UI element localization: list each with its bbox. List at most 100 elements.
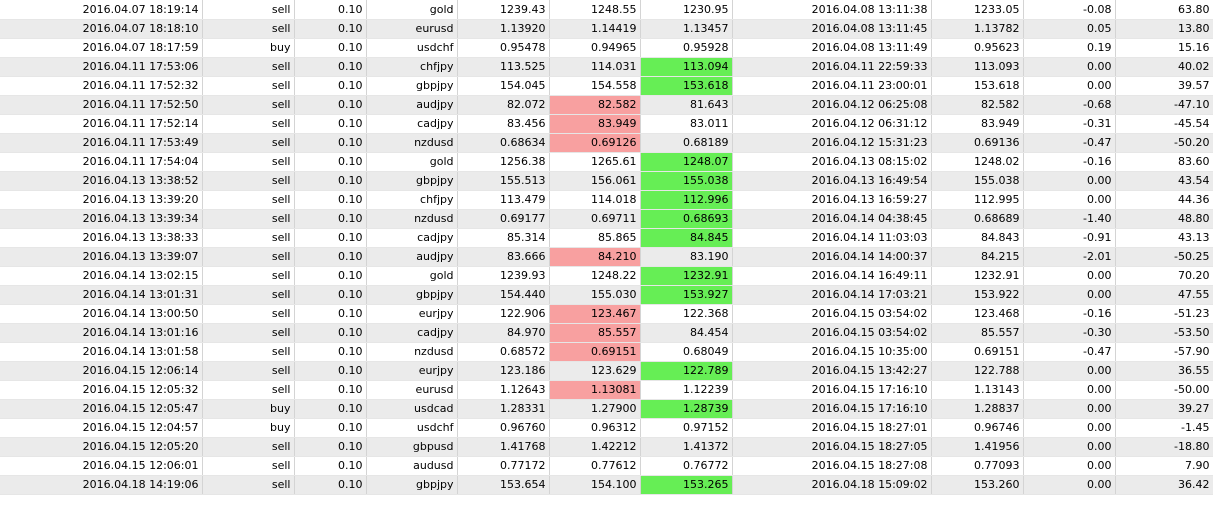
swap-cell: 0.00 — [1023, 190, 1116, 210]
open-time-cell: 2016.04.13 13:39:20 — [0, 190, 203, 210]
table-row[interactable]: 2016.04.13 13:38:33 sell 0.10 cadjpy 85.314 8… — [0, 228, 1213, 248]
table-row[interactable]: 2016.04.15 12:04:57 buy 0.10 usdchf 0.96760 0… — [0, 418, 1213, 438]
stop-loss-cell: 1.42212 — [549, 437, 641, 457]
profit-cell: 43.54 — [1115, 171, 1213, 191]
take-profit-cell: 0.68049 — [640, 342, 733, 362]
open-price-cell: 113.525 — [457, 57, 550, 77]
type-cell: sell — [202, 475, 295, 495]
table-row[interactable]: 2016.04.13 13:39:34 sell 0.10 nzdusd 0.69177… — [0, 209, 1213, 229]
table-row[interactable]: 2016.04.13 13:39:20 sell 0.10 chfjpy 113.479… — [0, 190, 1213, 210]
close-time-cell: 2016.04.08 13:11:38 — [732, 0, 932, 20]
close-price-cell: 0.69151 — [931, 342, 1024, 362]
symbol-cell: chfjpy — [366, 190, 458, 210]
stop-loss-cell: 85.865 — [549, 228, 641, 248]
stop-loss-cell: 154.558 — [549, 76, 641, 96]
table-row[interactable]: 2016.04.15 12:05:20 sell 0.10 gbpusd 1.41768… — [0, 437, 1213, 457]
profit-cell: 83.60 — [1115, 152, 1213, 172]
table-row[interactable]: 2016.04.11 17:52:32 sell 0.10 gbpjpy 154.045… — [0, 76, 1213, 96]
profit-cell: -57.90 — [1115, 342, 1213, 362]
profit-cell: -51.23 — [1115, 304, 1213, 324]
size-cell: 0.10 — [294, 456, 367, 476]
open-price-cell: 83.456 — [457, 114, 550, 134]
symbol-cell: gold — [366, 152, 458, 172]
symbol-cell: audjpy — [366, 247, 458, 267]
swap-cell: -2.01 — [1023, 247, 1116, 267]
swap-cell: -0.31 — [1023, 114, 1116, 134]
close-time-cell: 2016.04.15 18:27:08 — [732, 456, 932, 476]
type-cell: sell — [202, 323, 295, 343]
table-row[interactable]: 2016.04.14 13:01:31 sell 0.10 gbpjpy 154.440… — [0, 285, 1213, 305]
open-price-cell: 0.69177 — [457, 209, 550, 229]
close-time-cell: 2016.04.15 17:16:10 — [732, 399, 932, 419]
profit-cell: -50.25 — [1115, 247, 1213, 267]
symbol-cell: audusd — [366, 456, 458, 476]
stop-loss-cell: 155.030 — [549, 285, 641, 305]
close-time-cell: 2016.04.15 18:27:01 — [732, 418, 932, 438]
table-row[interactable]: 2016.04.15 12:06:01 sell 0.10 audusd 0.77172… — [0, 456, 1213, 476]
close-time-cell: 2016.04.15 03:54:02 — [732, 304, 932, 324]
table-row[interactable]: 2016.04.13 13:39:07 sell 0.10 audjpy 83.666 8… — [0, 247, 1213, 267]
swap-cell: 0.00 — [1023, 285, 1116, 305]
take-profit-cell: 84.845 — [640, 228, 733, 248]
table-row[interactable]: 2016.04.15 12:06:14 sell 0.10 eurjpy 123.186… — [0, 361, 1213, 381]
table-row[interactable]: 2016.04.14 13:02:15 sell 0.10 gold 1239.93 12… — [0, 266, 1213, 286]
table-row[interactable]: 2016.04.11 17:52:14 sell 0.10 cadjpy 83.456 8… — [0, 114, 1213, 134]
take-profit-cell: 1.28739 — [640, 399, 733, 419]
table-row[interactable]: 2016.04.14 13:01:58 sell 0.10 nzdusd 0.68572… — [0, 342, 1213, 362]
swap-cell: -0.16 — [1023, 152, 1116, 172]
swap-cell: -0.47 — [1023, 133, 1116, 153]
open-price-cell: 1.12643 — [457, 380, 550, 400]
table-row[interactable]: 2016.04.15 12:05:47 buy 0.10 usdcad 1.28331 1… — [0, 399, 1213, 419]
open-price-cell: 113.479 — [457, 190, 550, 210]
open-time-cell: 2016.04.07 18:17:59 — [0, 38, 203, 58]
table-row[interactable]: 2016.04.18 14:19:06 sell 0.10 gbpjpy 153.654… — [0, 475, 1213, 495]
symbol-cell: cadjpy — [366, 323, 458, 343]
close-price-cell: 122.788 — [931, 361, 1024, 381]
table-row[interactable]: 2016.04.07 18:17:59 buy 0.10 usdchf 0.95478 0… — [0, 38, 1213, 58]
open-time-cell: 2016.04.14 13:01:58 — [0, 342, 203, 362]
swap-cell: -0.68 — [1023, 95, 1116, 115]
table-row[interactable]: 2016.04.14 13:00:50 sell 0.10 eurjpy 122.906… — [0, 304, 1213, 324]
size-cell: 0.10 — [294, 19, 367, 39]
table-row[interactable]: 2016.04.13 13:38:52 sell 0.10 gbpjpy 155.513… — [0, 171, 1213, 191]
table-row[interactable]: 2016.04.07 18:18:10 sell 0.10 eurusd 1.13920… — [0, 19, 1213, 39]
open-price-cell: 1256.38 — [457, 152, 550, 172]
close-time-cell: 2016.04.14 11:03:03 — [732, 228, 932, 248]
size-cell: 0.10 — [294, 323, 367, 343]
swap-cell: 0.00 — [1023, 266, 1116, 286]
close-time-cell: 2016.04.15 10:35:00 — [732, 342, 932, 362]
open-price-cell: 123.186 — [457, 361, 550, 381]
profit-cell: 40.02 — [1115, 57, 1213, 77]
close-price-cell: 1.28837 — [931, 399, 1024, 419]
table-row[interactable]: 2016.04.07 18:19:14 sell 0.10 gold 1239.43 12… — [0, 0, 1213, 20]
close-price-cell: 153.922 — [931, 285, 1024, 305]
table-row[interactable]: 2016.04.14 13:01:16 sell 0.10 cadjpy 84.970 8… — [0, 323, 1213, 343]
close-time-cell: 2016.04.08 13:11:49 — [732, 38, 932, 58]
swap-cell: 0.00 — [1023, 171, 1116, 191]
table-row[interactable]: 2016.04.15 12:05:32 sell 0.10 eurusd 1.12643… — [0, 380, 1213, 400]
symbol-cell: eurjpy — [366, 361, 458, 381]
symbol-cell: nzdusd — [366, 342, 458, 362]
size-cell: 0.10 — [294, 475, 367, 495]
open-time-cell: 2016.04.13 13:38:52 — [0, 171, 203, 191]
close-time-cell: 2016.04.15 17:16:10 — [732, 380, 932, 400]
table-row[interactable]: 2016.04.11 17:54:04 sell 0.10 gold 1256.38 12… — [0, 152, 1213, 172]
type-cell: sell — [202, 342, 295, 362]
table-row[interactable]: 2016.04.11 17:53:49 sell 0.10 nzdusd 0.68634… — [0, 133, 1213, 153]
table-row[interactable]: 2016.04.11 17:53:06 sell 0.10 chfjpy 113.525… — [0, 57, 1213, 77]
close-price-cell: 153.260 — [931, 475, 1024, 495]
symbol-cell: nzdusd — [366, 133, 458, 153]
type-cell: sell — [202, 57, 295, 77]
stop-loss-cell: 123.629 — [549, 361, 641, 381]
stop-loss-cell: 0.69711 — [549, 209, 641, 229]
close-time-cell: 2016.04.08 13:11:45 — [732, 19, 932, 39]
open-price-cell: 122.906 — [457, 304, 550, 324]
type-cell: sell — [202, 209, 295, 229]
close-price-cell: 85.557 — [931, 323, 1024, 343]
open-time-cell: 2016.04.14 13:01:31 — [0, 285, 203, 305]
table-row[interactable]: 2016.04.11 17:52:50 sell 0.10 audjpy 82.072 8… — [0, 95, 1213, 115]
type-cell: sell — [202, 228, 295, 248]
symbol-cell: gold — [366, 266, 458, 286]
open-price-cell: 1.13920 — [457, 19, 550, 39]
size-cell: 0.10 — [294, 171, 367, 191]
